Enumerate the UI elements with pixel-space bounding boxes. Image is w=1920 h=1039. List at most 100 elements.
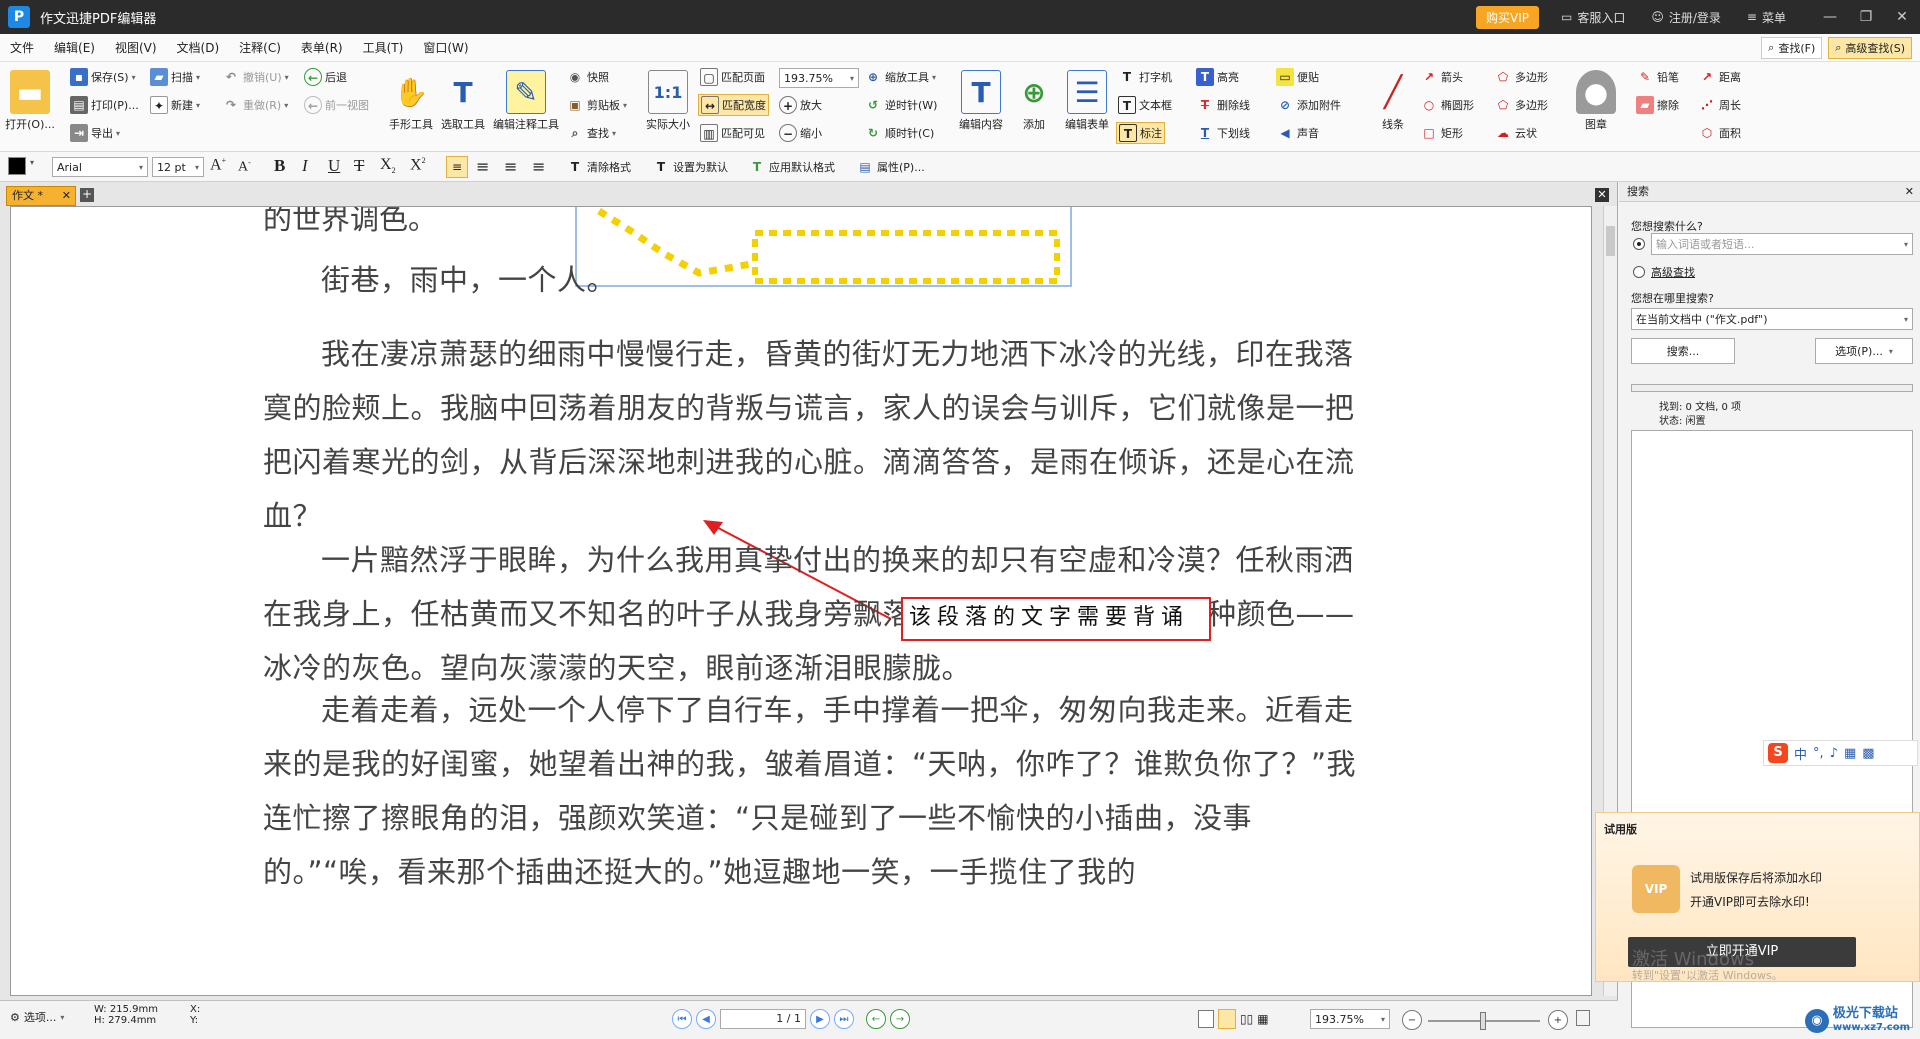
facing-view-icon[interactable]: ▯▯ [1240,1012,1253,1026]
microphone-icon[interactable]: ♪ [1830,746,1838,761]
rectangle-button[interactable]: □ 矩形 [1420,122,1463,144]
line-button[interactable]: ╱ 线条 [1370,64,1416,132]
align-right-icon[interactable]: ≡ [504,157,517,176]
clipboard-button[interactable]: ▣ 剪贴板 ▾ [566,94,627,116]
page-number-input[interactable]: 1 / 1 [720,1009,806,1029]
menu-edit[interactable]: 编辑(E) [44,39,105,56]
stamp-button[interactable]: ● 图章 [1572,64,1620,132]
attach-file-button[interactable]: ⊘ 添加附件 [1276,94,1341,116]
search-input[interactable]: 输入词语或者短语... ▾ [1651,233,1913,255]
align-left-icon[interactable]: ≡ [446,156,468,178]
textbox-button[interactable]: T 文本框 [1118,94,1172,116]
edit-annotation-tool-button[interactable]: ✎ 编辑注释工具 [490,64,562,132]
ime-menu-icon[interactable]: ▩ [1862,746,1874,761]
zoom-combo[interactable]: 193.75% ▾ [779,68,859,88]
first-page-button[interactable]: ⏮ [672,1009,692,1029]
menu-tools[interactable]: 工具(T) [353,39,414,56]
underline-button[interactable]: T 下划线 [1196,122,1250,144]
export-button[interactable]: ⇥ 导出 ▾ [70,122,120,144]
color-dropdown-icon[interactable]: ▾ [30,158,34,167]
set-default-button[interactable]: T 设置为默认 [652,156,728,178]
zoom-tool-button[interactable]: ⊕ 缩放工具 ▾ [864,66,936,88]
menu-view[interactable]: 视图(V) [105,39,167,56]
pdf-page[interactable]: 的世界调色。 街巷，雨中，一个人。 我在凄凉萧瑟的细雨中慢慢行走，昏黄的街灯无力… [10,206,1592,996]
ellipse-button[interactable]: ○ 椭圆形 [1420,94,1474,116]
select-tool-button[interactable]: T 选取工具 [436,64,490,132]
scan-button[interactable]: ▰ 扫描 ▾ [150,66,200,88]
bold-icon[interactable]: B [274,156,285,176]
eraser-button[interactable]: ▰ 擦除 [1636,94,1679,116]
open-button[interactable]: ▬ 打开(O)... [5,64,55,132]
menu-form[interactable]: 表单(R) [291,39,353,56]
restore-button[interactable]: ❐ [1848,0,1884,34]
customer-service-link[interactable]: ▭ 客服入口 [1561,9,1625,26]
ime-punctuation-icon[interactable]: °, [1813,746,1824,761]
add-button[interactable]: ⊕ 添加 [1010,64,1058,132]
prev-page-button[interactable]: ◀ [696,1009,716,1029]
minimize-button[interactable]: — [1812,0,1848,34]
polygon-button[interactable]: ⬠ 多边形 [1494,66,1548,88]
align-center-icon[interactable]: ≡ [476,157,489,176]
nav-forward-button[interactable]: → [890,1009,910,1029]
menu-document[interactable]: 文档(D) [167,39,230,56]
nav-back-button[interactable]: ← [866,1009,886,1029]
fit-page-button[interactable]: ▢ 匹配页面 [700,66,765,88]
sticky-note-button[interactable]: ▭ 便贴 [1276,66,1319,88]
properties-button[interactable]: ▤ 属性(P)... [856,156,924,178]
single-page-view-icon[interactable] [1198,1010,1214,1028]
sound-button[interactable]: ◀ 声音 [1276,122,1319,144]
fit-width-button[interactable]: ↔ 匹配宽度 [698,94,769,116]
actual-size-button[interactable]: 1:1 实际大小 [642,64,694,132]
apply-default-button[interactable]: T 应用默认格式 [748,156,835,178]
advanced-search-radio[interactable] [1633,266,1645,278]
text-color-swatch[interactable] [8,157,26,175]
back-button[interactable]: ← 后退 [304,66,347,88]
distance-button[interactable]: ↗ 距离 [1698,66,1741,88]
sogou-logo-icon[interactable]: S [1768,743,1788,763]
hand-tool-button[interactable]: ✋ 手形工具 [384,64,438,132]
status-zoom-combo[interactable]: 193.75% ▾ [1310,1009,1390,1029]
search-simple-radio[interactable] [1633,238,1645,250]
new-button[interactable]: ✦ 新建 ▾ [150,94,200,116]
polyline-button[interactable]: ⬠ 多边形 [1494,94,1548,116]
zoom-out-button[interactable]: − 缩小 [779,122,822,144]
new-tab-button[interactable]: + [80,188,94,202]
area-button[interactable]: ⬡ 面积 [1698,122,1741,144]
grow-font-icon[interactable]: A+ [210,156,226,174]
save-button[interactable]: ▪ 保存(S) ▾ [70,66,136,88]
cloud-button[interactable]: ☁ 云状 [1494,122,1537,144]
search-button[interactable]: 搜索... [1631,338,1735,364]
keyboard-icon[interactable]: ▦ [1844,746,1856,761]
main-menu-button[interactable]: ≡ 菜单 [1747,9,1786,26]
strikeout-button[interactable]: T 删除线 [1196,94,1250,116]
scrollbar-thumb[interactable] [1606,226,1615,256]
shrink-font-icon[interactable]: A- [238,158,251,176]
options-button[interactable]: ⚙ 选项... ▾ [10,1009,64,1025]
italic-icon[interactable]: I [302,156,308,176]
close-window-button[interactable]: ✕ [1884,0,1920,34]
login-link[interactable]: ☺ 注册/登录 [1651,9,1721,26]
edit-form-button[interactable]: ☰ 编辑表单 [1060,64,1114,132]
menu-file[interactable]: 文件 [0,39,44,56]
continuous-view-icon[interactable] [1218,1009,1236,1029]
align-justify-icon[interactable]: ≡ [532,157,545,176]
typewriter-button[interactable]: T 打字机 [1118,66,1172,88]
search-options-button[interactable]: 选项(P)... ▾ [1815,338,1913,364]
search-scope-select[interactable]: 在当前文档中 ("作文.pdf") ▾ [1631,308,1913,330]
zoom-slider-thumb[interactable] [1480,1012,1486,1030]
undo-button[interactable]: ↶ 撤销(U) ▾ [222,66,289,88]
prev-view-button[interactable]: ← 前一视图 [304,94,369,116]
pencil-button[interactable]: ✎ 铅笔 [1636,66,1679,88]
underline-format-icon[interactable]: U [328,156,340,176]
arrow-button[interactable]: ↗ 箭头 [1420,66,1463,88]
ime-language-toggle[interactable]: 中 [1794,744,1807,763]
advanced-search-link[interactable]: 高级查找 [1651,264,1695,280]
tab-document[interactable]: 作文 * ✕ [6,186,76,206]
continuous-facing-view-icon[interactable]: ▦ [1257,1012,1268,1026]
menu-window[interactable]: 窗口(W) [413,39,478,56]
next-page-button[interactable]: ▶ [810,1009,830,1029]
font-family-combo[interactable]: Arial ▾ [52,157,148,177]
subscript-icon[interactable]: X2 [380,156,396,175]
strikethrough-icon[interactable]: T [354,156,364,176]
highlight-button[interactable]: T 高亮 [1196,66,1239,88]
